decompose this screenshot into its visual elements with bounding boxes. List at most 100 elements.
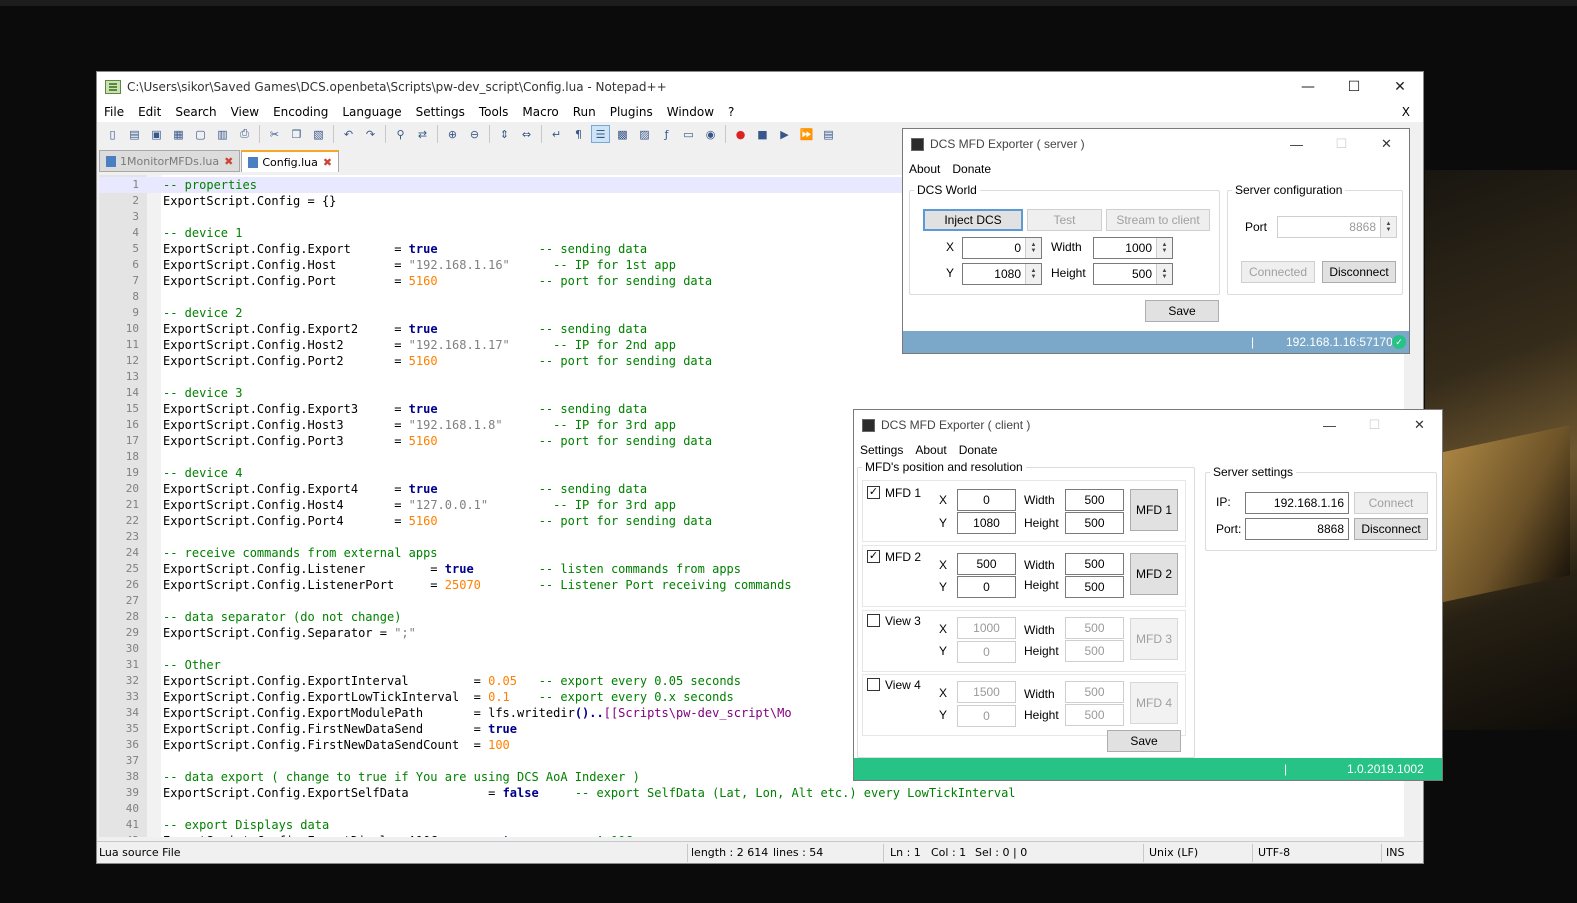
menu-run[interactable]: Run — [566, 105, 603, 119]
close-file-icon[interactable]: ▢ — [191, 125, 210, 143]
view4-y-input[interactable]: 0 — [957, 705, 1016, 727]
maximize-button[interactable]: ☐ — [1331, 72, 1377, 102]
y-input[interactable]: 1080 ▲ ▼ — [962, 263, 1042, 285]
close-button[interactable]: ✕ — [1377, 72, 1423, 102]
client-close-button[interactable]: ✕ — [1397, 410, 1442, 440]
y-spinner[interactable]: ▲ ▼ — [1025, 264, 1041, 284]
port-input[interactable]: 8868 ▲ ▼ — [1277, 216, 1397, 238]
minimize-button[interactable]: — — [1285, 72, 1331, 102]
mfd1-x-input[interactable]: 0 — [957, 489, 1016, 511]
mfd1-height-input[interactable]: 500 — [1065, 512, 1124, 534]
mfd2-checkbox[interactable]: ✓ — [867, 550, 880, 563]
mfd4-button[interactable]: MFD 4 — [1130, 682, 1178, 724]
play-macro-icon[interactable]: ▶ — [775, 125, 794, 143]
test-button[interactable]: Test — [1027, 209, 1102, 231]
indent-guide-icon[interactable]: ☰ — [591, 125, 610, 143]
height-spinner[interactable]: ▲ ▼ — [1156, 264, 1172, 284]
save-icon[interactable]: ▣ — [147, 125, 166, 143]
menu-file[interactable]: File — [97, 105, 131, 119]
ip-input[interactable]: 192.168.1.16 — [1245, 492, 1349, 514]
client-save-button[interactable]: Save — [1107, 730, 1181, 752]
redo-icon[interactable]: ↷ — [361, 125, 380, 143]
view4-width-input[interactable]: 500 — [1065, 681, 1124, 703]
paste-icon[interactable]: ▧ — [309, 125, 328, 143]
server-close-button[interactable]: ✕ — [1364, 129, 1409, 159]
view4-x-input[interactable]: 1500 — [957, 681, 1016, 703]
menu-view[interactable]: View — [224, 105, 266, 119]
folder-workspace-icon[interactable]: ▭ — [679, 125, 698, 143]
mfd2-width-input[interactable]: 500 — [1065, 553, 1124, 575]
mfd1-y-input[interactable]: 1080 — [957, 512, 1016, 534]
server-menu-about[interactable]: About — [903, 162, 946, 176]
user-language-icon[interactable]: ▩ — [613, 125, 632, 143]
connect-button[interactable]: Connect — [1354, 492, 1428, 514]
save-macro-icon[interactable]: ▤ — [819, 125, 838, 143]
mfd1-button[interactable]: MFD 1 — [1130, 489, 1178, 531]
record-macro-icon[interactable]: ● — [731, 125, 750, 143]
sync-horizontal-icon[interactable]: ⇔ — [517, 125, 536, 143]
server-minimize-button[interactable]: — — [1274, 129, 1319, 159]
copy-icon[interactable]: ❐ — [287, 125, 306, 143]
port-input[interactable]: 8868 — [1245, 518, 1349, 540]
mfd2-button[interactable]: MFD 2 — [1130, 553, 1178, 595]
cut-icon[interactable]: ✂ — [265, 125, 284, 143]
port-spinner[interactable]: ▲ ▼ — [1380, 217, 1396, 237]
view4-checkbox[interactable] — [867, 678, 880, 691]
tab-config[interactable]: Config.lua ✖ — [241, 150, 340, 172]
menu-tools[interactable]: Tools — [472, 105, 516, 119]
tab-1monitormfds[interactable]: 1MonitorMFDs.lua ✖ — [99, 150, 241, 172]
sync-vertical-icon[interactable]: ⇕ — [495, 125, 514, 143]
view3-height-input[interactable]: 500 — [1065, 640, 1124, 662]
menu-help[interactable]: ? — [721, 105, 741, 119]
open-file-icon[interactable]: ▤ — [125, 125, 144, 143]
height-input[interactable]: 500 ▲ ▼ — [1093, 263, 1173, 285]
find-icon[interactable]: ⚲ — [391, 125, 410, 143]
stop-macro-icon[interactable]: ■ — [753, 125, 772, 143]
print-icon[interactable]: ⎙ — [235, 125, 254, 143]
close-all-icon[interactable]: ▥ — [213, 125, 232, 143]
view3-y-input[interactable]: 0 — [957, 641, 1016, 663]
view3-x-input[interactable]: 1000 — [957, 617, 1016, 639]
menu-language[interactable]: Language — [335, 105, 408, 119]
client-minimize-button[interactable]: — — [1307, 410, 1352, 440]
menu-window[interactable]: Window — [660, 105, 721, 119]
menu-settings[interactable]: Settings — [409, 105, 472, 119]
function-list-icon[interactable]: ƒ — [657, 125, 676, 143]
server-save-button[interactable]: Save — [1145, 300, 1219, 322]
mfd1-checkbox[interactable]: ✓ — [867, 486, 880, 499]
tab-close-icon[interactable]: ✖ — [323, 156, 332, 169]
new-file-icon[interactable]: ▯ — [103, 125, 122, 143]
connected-button[interactable]: Connected — [1241, 261, 1315, 283]
width-spinner[interactable]: ▲ ▼ — [1156, 238, 1172, 258]
close-document-x[interactable]: X — [1395, 105, 1417, 119]
menu-edit[interactable]: Edit — [131, 105, 168, 119]
disconnect-button[interactable]: Disconnect — [1322, 261, 1396, 283]
mfd2-height-input[interactable]: 500 — [1065, 576, 1124, 598]
tab-close-icon[interactable]: ✖ — [224, 155, 233, 168]
mfd3-button[interactable]: MFD 3 — [1130, 618, 1178, 660]
document-map-icon[interactable]: ▨ — [635, 125, 654, 143]
view3-width-input[interactable]: 500 — [1065, 617, 1124, 639]
client-disconnect-button[interactable]: Disconnect — [1354, 518, 1428, 540]
client-menu-about[interactable]: About — [909, 443, 952, 457]
client-menu-donate[interactable]: Donate — [953, 443, 1004, 457]
x-input[interactable]: 0 ▲ ▼ — [962, 237, 1042, 259]
mfd2-x-input[interactable]: 500 — [957, 553, 1016, 575]
undo-icon[interactable]: ↶ — [339, 125, 358, 143]
view4-height-input[interactable]: 500 — [1065, 704, 1124, 726]
menu-macro[interactable]: Macro — [515, 105, 565, 119]
menu-encoding[interactable]: Encoding — [266, 105, 335, 119]
view3-checkbox[interactable] — [867, 614, 880, 627]
run-macro-multiple-icon[interactable]: ⏩ — [797, 125, 816, 143]
menu-search[interactable]: Search — [168, 105, 223, 119]
stream-to-client-button[interactable]: Stream to client — [1106, 209, 1210, 231]
mfd2-y-input[interactable]: 0 — [957, 576, 1016, 598]
zoom-out-icon[interactable]: ⊖ — [465, 125, 484, 143]
zoom-in-icon[interactable]: ⊕ — [443, 125, 462, 143]
word-wrap-icon[interactable]: ↵ — [547, 125, 566, 143]
replace-icon[interactable]: ⇄ — [413, 125, 432, 143]
inject-dcs-button[interactable]: Inject DCS — [923, 209, 1023, 231]
client-menu-settings[interactable]: Settings — [854, 443, 909, 457]
save-all-icon[interactable]: ▦ — [169, 125, 188, 143]
show-all-chars-icon[interactable]: ¶ — [569, 125, 588, 143]
